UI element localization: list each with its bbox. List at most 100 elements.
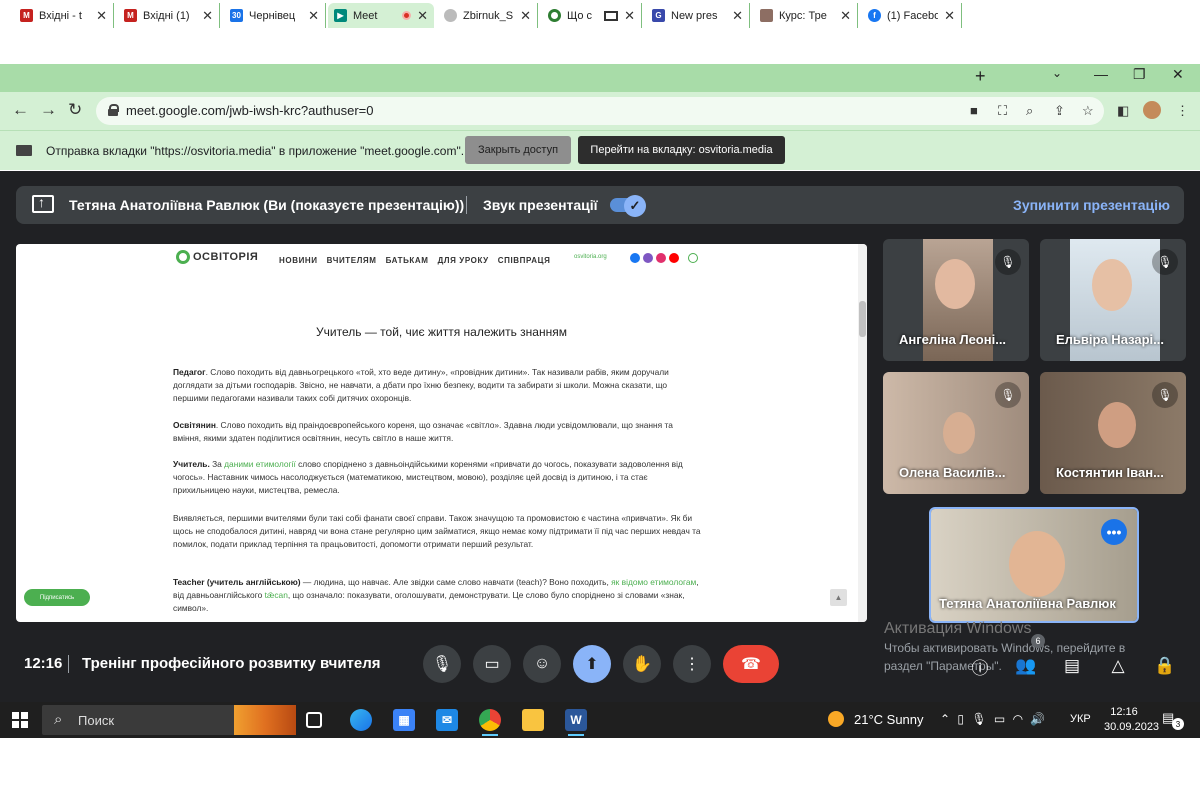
participant-name: Ангеліна Леоні... [899, 332, 1007, 347]
host-controls-icon[interactable]: 🔒 [1151, 652, 1179, 680]
stop-sharing-button[interactable]: Закрыть доступ [465, 136, 571, 164]
activities-icon[interactable]: △ [1104, 652, 1132, 680]
nav-news[interactable]: НОВИНИ [279, 256, 318, 265]
participant-tile[interactable]: 🎙 Ангеліна Леоні... [883, 239, 1029, 361]
file-explorer-icon[interactable] [522, 709, 544, 731]
participant-tile[interactable]: 🎙 Олена Василів... [883, 372, 1029, 494]
switch-tab-button[interactable]: Перейти на вкладку: osvitoria.media [578, 136, 785, 164]
present-button[interactable]: ⬆ [573, 645, 611, 683]
raise-hand-button[interactable]: ✋ [623, 645, 661, 683]
menu-icon[interactable]: ⋮ [1176, 103, 1189, 119]
forward-icon[interactable]: → [40, 100, 57, 120]
close-icon[interactable]: ✕ [520, 8, 531, 24]
present-icon: ⬆ [585, 656, 599, 673]
camera-button[interactable]: ▭ [473, 645, 511, 683]
address-bar[interactable]: meet.google.com/jwb-iwsh-krc?authuser=0 [96, 97, 1104, 125]
subscribe-button[interactable]: Підписатись [24, 589, 90, 606]
participant-tile[interactable]: 🎙 Костянтин Іван... [1040, 372, 1186, 494]
tab-gmail-2[interactable]: M Вхідні (1) ✕ [118, 3, 220, 28]
windows-start-icon[interactable] [12, 712, 28, 728]
tab-course[interactable]: Курс: Тре ✕ [754, 3, 858, 28]
store-icon[interactable]: ▦ [393, 709, 415, 731]
taskbar-search[interactable]: ⌕ Поиск [42, 705, 296, 735]
nav-lesson[interactable]: ДЛЯ УРОКУ [438, 256, 489, 265]
close-icon[interactable]: ✕ [417, 8, 428, 24]
close-icon[interactable]: ✕ [202, 8, 213, 24]
profile-avatar[interactable] [1143, 101, 1161, 119]
recording-icon [402, 11, 412, 20]
tab-meet[interactable]: ▶ Meet ✕ [328, 3, 434, 28]
weather-text[interactable]: 21°C Sunny [854, 712, 924, 727]
tab-calendar[interactable]: 30 Чернівец ✕ [224, 3, 326, 28]
meeting-title: Тренінг професійного розвитку вчителя [82, 655, 381, 672]
more-options-button[interactable]: ⋮ [673, 645, 711, 683]
participant-name: Тетяна Анатоліївна Равлюк [939, 596, 1116, 611]
close-icon[interactable]: ✕ [944, 8, 955, 24]
restore-icon[interactable]: ❐ [1133, 66, 1146, 83]
site-link[interactable]: osvitoria.org [574, 254, 607, 260]
tab-zbirnuk[interactable]: Zbirnuk_S ✕ [438, 3, 538, 28]
tab-shcho[interactable]: Що с ✕ [542, 3, 642, 28]
input-language[interactable]: УКР [1070, 713, 1091, 725]
task-view-icon[interactable] [306, 712, 322, 728]
minimize-icon[interactable]: — [1094, 66, 1108, 82]
notifications-icon[interactable]: ▤ 3 [1162, 710, 1184, 730]
loading-icon [444, 9, 457, 22]
chat-icon[interactable]: ▤ [1058, 652, 1086, 680]
youtube-icon[interactable] [669, 253, 679, 263]
instagram-icon[interactable] [656, 253, 666, 263]
info-icon[interactable]: ⓘ [966, 652, 994, 680]
nav-teachers[interactable]: ВЧИТЕЛЯМ [327, 256, 377, 265]
more-options-icon[interactable]: ••• [1101, 519, 1127, 545]
people-icon[interactable]: 👥 [1012, 652, 1040, 680]
back-icon[interactable]: ← [12, 100, 29, 120]
stop-presenting-button[interactable]: Зупинити презентацію [1013, 197, 1170, 213]
close-icon[interactable]: ✕ [624, 8, 635, 24]
paragraph-uchytel: Учитель. За даними етимології слово спор… [173, 459, 683, 495]
window-close-icon[interactable]: ✕ [1172, 66, 1184, 83]
accessibility-icon[interactable] [688, 253, 698, 263]
nav-cooperation[interactable]: СПІВПРАЦЯ [498, 256, 551, 265]
close-icon[interactable]: ✕ [840, 8, 851, 24]
tab-new-pres[interactable]: G New pres ✕ [646, 3, 750, 28]
tab-search-icon[interactable]: ⌄ [1052, 66, 1062, 80]
osvitoria-logo[interactable]: ОСВІТОРІЯ [176, 250, 258, 264]
camera-icon[interactable]: ■ [970, 103, 978, 118]
scrollbar-thumb[interactable] [859, 301, 866, 337]
divider [466, 196, 467, 214]
etymologists-link[interactable]: як відомо етимологам [611, 577, 696, 587]
edge-icon[interactable] [350, 709, 372, 731]
scroll-top-icon[interactable]: ▲ [830, 589, 847, 606]
participant-tile[interactable]: 🎙 Ельвіра Назарі... [1040, 239, 1186, 361]
system-tray-icons[interactable]: ⌃ ▯ 🎙 ▭ ◠ 🔊 [940, 712, 1047, 726]
microphone-button[interactable]: 🎙 [423, 645, 461, 683]
reload-icon[interactable]: ↻ [68, 100, 82, 120]
mail-icon[interactable]: ✉ [436, 709, 458, 731]
taskbar-clock[interactable]: 12:16 30.09.2023 [1104, 705, 1159, 735]
reactions-button[interactable]: ☺ [523, 645, 561, 683]
participant-name: Костянтин Іван... [1056, 465, 1164, 480]
side-panel-icon[interactable]: ◧ [1117, 103, 1129, 119]
translate-icon[interactable]: ⛶ [998, 103, 1007, 119]
zoom-icon[interactable]: ⌕ [1026, 103, 1033, 119]
etymology-link[interactable]: даними етимології [224, 459, 296, 469]
self-view-tile[interactable]: ••• Тетяна Анатоліївна Равлюк [929, 507, 1139, 623]
check-icon[interactable]: ✓ [624, 195, 646, 217]
chrome-icon[interactable] [479, 709, 501, 736]
new-tab-button[interactable]: + [975, 66, 986, 87]
tab-gmail-1[interactable]: M Вхідні - t ✕ [14, 3, 114, 28]
viber-icon[interactable] [643, 253, 653, 263]
word-icon[interactable]: W [565, 709, 587, 736]
close-icon[interactable]: ✕ [732, 8, 743, 24]
facebook-icon[interactable] [630, 253, 640, 263]
close-icon[interactable]: ✕ [308, 8, 319, 24]
close-icon[interactable]: ✕ [96, 8, 107, 24]
tacan-link[interactable]: tǣcan [265, 590, 288, 600]
calendar-icon: 30 [230, 9, 243, 22]
bookmark-star-icon[interactable]: ☆ [1082, 103, 1094, 119]
share-icon[interactable]: ⇪ [1054, 103, 1065, 119]
nav-parents[interactable]: БАТЬКАМ [386, 256, 429, 265]
tab-facebook[interactable]: f (1) Facebo ✕ [862, 3, 962, 28]
url-text: meet.google.com/jwb-iwsh-krc?authuser=0 [126, 103, 374, 118]
leave-call-button[interactable]: ☎ [723, 645, 779, 683]
